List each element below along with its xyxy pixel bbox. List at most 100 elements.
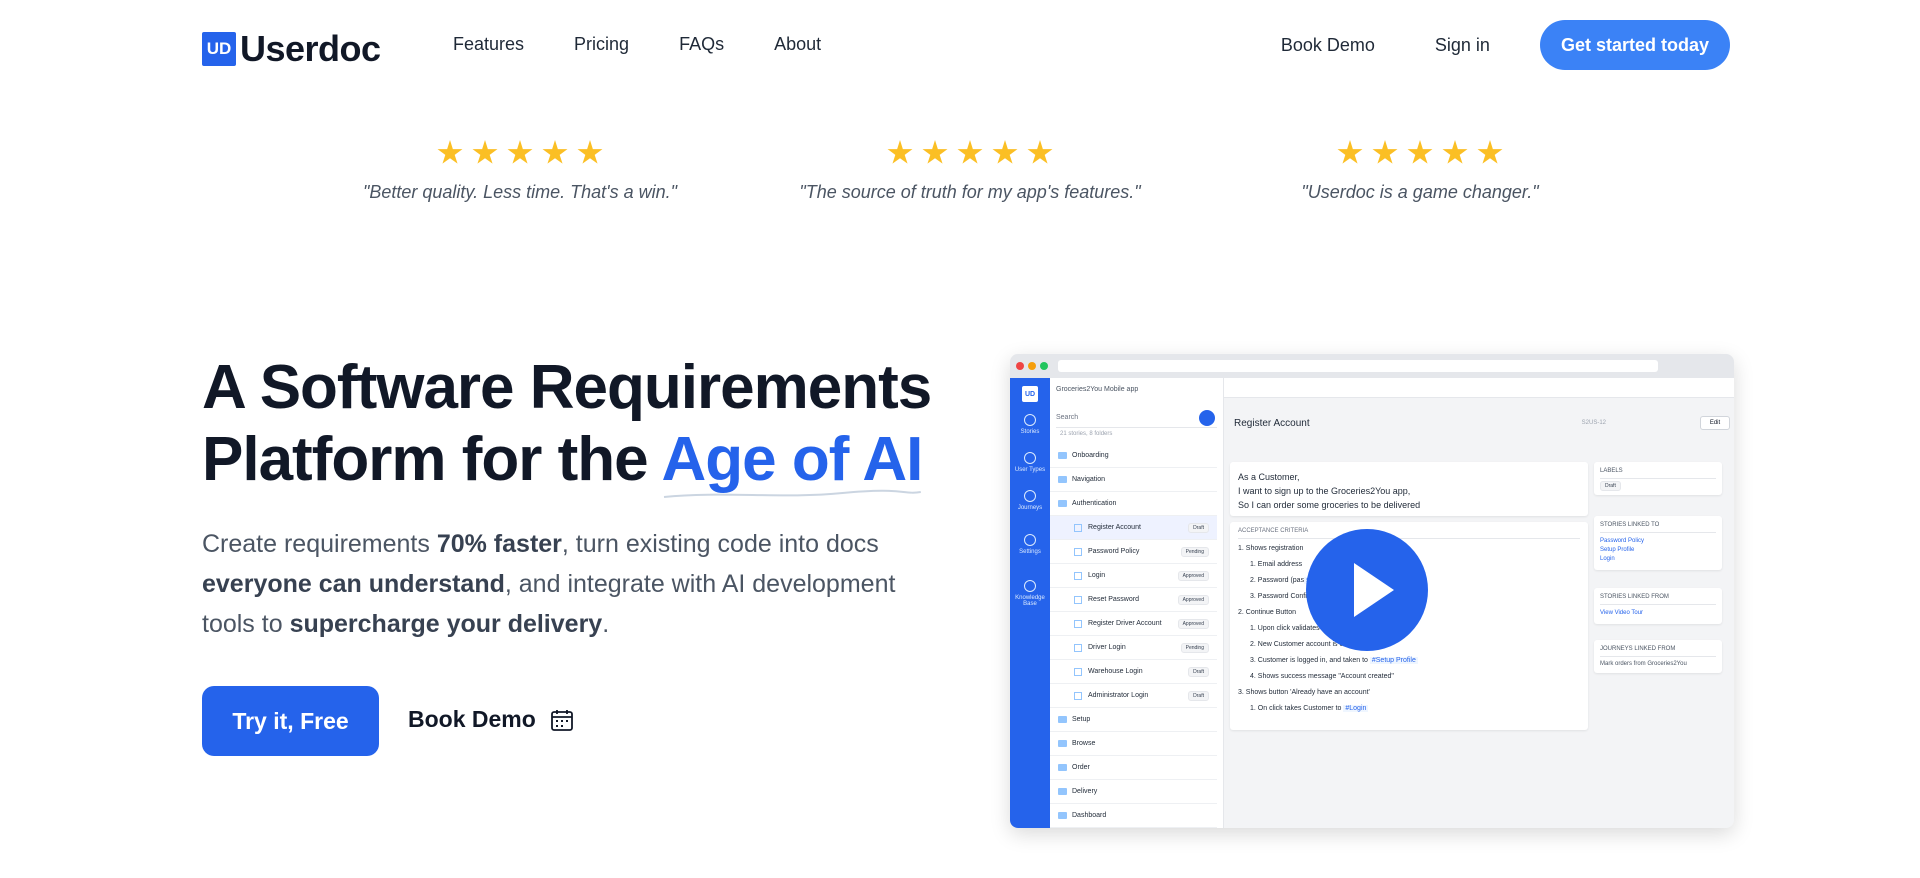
star-icon bbox=[1372, 140, 1398, 164]
stories-linked-from-card: STORIES LINKED FROM View Video Tour bbox=[1594, 588, 1722, 624]
nav-link-features[interactable]: Features bbox=[453, 34, 524, 55]
ac-line: 4. Shows success message "Account create… bbox=[1238, 673, 1580, 689]
story-icon bbox=[1074, 547, 1082, 556]
get-started-button[interactable]: Get started today bbox=[1539, 20, 1730, 70]
star-icon bbox=[507, 140, 533, 164]
play-video-button[interactable] bbox=[1306, 529, 1428, 651]
star-rating bbox=[1200, 140, 1640, 170]
calendar-icon bbox=[550, 709, 573, 731]
linked-from-header: STORIES LINKED FROM bbox=[1600, 594, 1716, 605]
ac-header: ACCEPTANCE CRITERIA bbox=[1238, 528, 1580, 539]
browser-chrome bbox=[1010, 354, 1734, 378]
folder-icon bbox=[1058, 788, 1067, 795]
hero-sub-bold: everyone can understand bbox=[202, 570, 505, 598]
tree-row-label: Delivery bbox=[1072, 788, 1098, 795]
stories-linked-to-card: STORIES LINKED TO Password Policy Setup … bbox=[1594, 516, 1722, 570]
gear-icon bbox=[1024, 534, 1036, 546]
status-badge: Draft bbox=[1188, 522, 1209, 533]
ac-line-text: 1. Email address bbox=[1250, 561, 1303, 568]
nav-book-demo-link[interactable]: Book Demo bbox=[1281, 35, 1375, 56]
scribble-underline-icon bbox=[663, 489, 921, 498]
ac-line-text: 3. Password Confi bbox=[1250, 593, 1307, 600]
status-badge: Approved bbox=[1177, 594, 1209, 605]
testimonial-quote: "Userdoc is a game changer." bbox=[1301, 182, 1539, 202]
story-line: I want to sign up to the Groceries2You a… bbox=[1238, 486, 1411, 496]
logo[interactable]: UD Userdoc bbox=[202, 28, 381, 70]
testimonial-2: "The source of truth for my app's featur… bbox=[750, 140, 1190, 203]
tree-row-label: Administrator Login bbox=[1088, 692, 1149, 699]
tree-row-label: Driver Login bbox=[1088, 644, 1126, 651]
story-icon bbox=[1074, 691, 1082, 700]
story-icon bbox=[1074, 667, 1082, 676]
pencil-icon bbox=[1199, 410, 1215, 426]
ac-line-text: 1. On click takes Customer to bbox=[1250, 705, 1344, 712]
nav-link-about[interactable]: About bbox=[774, 34, 821, 55]
ac-line: 3. Shows button 'Already have an account… bbox=[1238, 689, 1580, 705]
linked-journey: Mark orders from Groceries2You bbox=[1600, 661, 1687, 667]
folder-icon bbox=[1058, 764, 1067, 771]
rail-label: Journeys bbox=[1017, 505, 1043, 511]
star-icon bbox=[1407, 140, 1433, 164]
story-title: Register Account bbox=[1234, 418, 1310, 429]
rail-knowledge-base: Knowledge Base bbox=[1010, 580, 1050, 607]
ac-line: 1. On click takes Customer to #Login bbox=[1238, 705, 1580, 721]
status-badge: Pending bbox=[1180, 642, 1209, 653]
ac-line: 3. Customer is logged in, and taken to #… bbox=[1238, 657, 1580, 673]
tree-row: Authentication bbox=[1050, 492, 1217, 516]
linked-story: Setup Profile bbox=[1600, 547, 1635, 553]
testimonial-3: "Userdoc is a game changer." bbox=[1200, 140, 1640, 203]
app-sidebar-rail: UD Stories User Types Journeys Settings … bbox=[1010, 378, 1050, 828]
tree-row: Administrator Login Draft bbox=[1050, 684, 1217, 708]
rail-journeys: Journeys bbox=[1010, 490, 1050, 511]
labels-card: LABELS Draft bbox=[1594, 462, 1722, 495]
nav-link-faqs[interactable]: FAQs bbox=[679, 34, 724, 55]
linked-story: View Video Tour bbox=[1600, 610, 1644, 616]
folder-icon bbox=[1058, 500, 1067, 507]
tree-row-label: Register Driver Account bbox=[1088, 620, 1162, 627]
tree-row: Onboarding bbox=[1050, 444, 1217, 468]
testimonial-quote: "The source of truth for my app's featur… bbox=[799, 182, 1141, 202]
star-icon bbox=[542, 140, 568, 164]
hero-sub-part: Create requirements bbox=[202, 530, 437, 558]
book-demo-button[interactable]: Book Demo bbox=[408, 706, 574, 733]
try-free-button[interactable]: Try it, Free bbox=[202, 686, 379, 756]
folder-icon bbox=[1058, 452, 1067, 459]
help-icon bbox=[1024, 580, 1036, 592]
tree-row: Dashboard bbox=[1050, 804, 1217, 828]
main-topbar bbox=[1224, 378, 1734, 398]
star-icon bbox=[1027, 140, 1053, 164]
tree-row-label: Login bbox=[1088, 572, 1106, 579]
story-card: As a Customer, I want to sign up to the … bbox=[1230, 462, 1588, 516]
ac-line-text: 3. Shows button 'Already have an account… bbox=[1238, 689, 1370, 696]
status-badge: Draft bbox=[1188, 690, 1209, 701]
app-logo: UD bbox=[1022, 386, 1038, 402]
tree-row-label: Order bbox=[1072, 764, 1090, 771]
status-badge: Pending bbox=[1180, 546, 1209, 557]
hero-accent-text: Age of AI bbox=[661, 425, 924, 494]
star-icon bbox=[922, 140, 948, 164]
linked-story: Login bbox=[1600, 556, 1615, 562]
ac-line: 2. New Customer account is created bbox=[1238, 641, 1580, 657]
url-bar bbox=[1058, 360, 1658, 372]
tree-row: Delivery bbox=[1050, 780, 1217, 804]
sign-in-link[interactable]: Sign in bbox=[1435, 35, 1490, 56]
search-placeholder: Search bbox=[1056, 414, 1079, 421]
tree-row: Register Account Draft bbox=[1050, 516, 1217, 540]
testimonial-quote: "Better quality. Less time. That's a win… bbox=[362, 182, 677, 202]
story-line: So I can order some groceries to be deli… bbox=[1238, 500, 1421, 510]
status-badge: Approved bbox=[1177, 570, 1209, 581]
play-icon bbox=[1354, 563, 1394, 617]
star-icon bbox=[1442, 140, 1468, 164]
nav-right: Book Demo Sign in Get started today bbox=[1281, 20, 1730, 70]
ac-line-text: 3. Customer is logged in, and taken to bbox=[1250, 657, 1370, 664]
tree-row-label: Dashboard bbox=[1072, 812, 1107, 819]
nav-link-pricing[interactable]: Pricing bbox=[574, 34, 629, 55]
ac-line-text: 4. Shows success message "Account create… bbox=[1250, 673, 1394, 680]
testimonial-1: "Better quality. Less time. That's a win… bbox=[300, 140, 740, 203]
tree-row: Password Policy Pending bbox=[1050, 540, 1217, 564]
folder-icon bbox=[1058, 476, 1067, 483]
hero-title-accent: Age of AI bbox=[661, 425, 924, 498]
story-id: S2US-12 bbox=[1581, 420, 1606, 426]
rail-label: Knowledge Base bbox=[1015, 595, 1045, 607]
tree-row: Login Approved bbox=[1050, 564, 1217, 588]
